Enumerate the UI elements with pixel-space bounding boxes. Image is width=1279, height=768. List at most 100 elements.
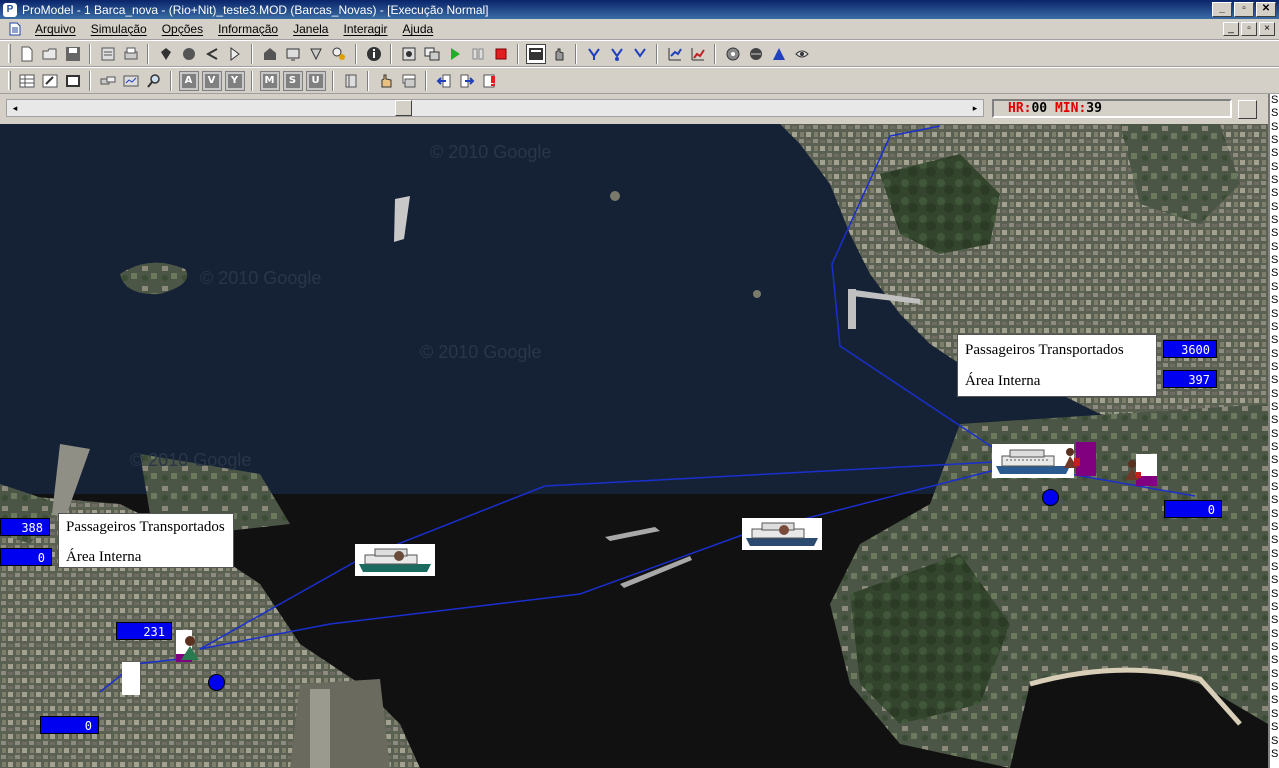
trace-down-icon[interactable] bbox=[584, 44, 604, 64]
trace-continue-icon[interactable] bbox=[630, 44, 650, 64]
edit-table-icon[interactable] bbox=[40, 71, 60, 91]
triangle-icon[interactable] bbox=[769, 44, 789, 64]
scroll-right-arrow-icon[interactable]: ▸ bbox=[967, 100, 983, 116]
processing-icon[interactable] bbox=[260, 44, 280, 64]
side-status-letter: S bbox=[1271, 681, 1279, 694]
eye-icon[interactable] bbox=[792, 44, 812, 64]
toolbar-grip[interactable] bbox=[8, 44, 11, 63]
toggle-v-button[interactable]: V bbox=[201, 70, 222, 91]
trace-step-icon[interactable] bbox=[607, 44, 627, 64]
stop-icon[interactable] bbox=[491, 44, 511, 64]
toggle-s-button[interactable]: S bbox=[282, 70, 303, 91]
simulation-animation-area[interactable]: © 2010 Google © 2010 Google © 2010 Googl… bbox=[0, 124, 1268, 768]
new-file-icon[interactable] bbox=[17, 44, 37, 64]
mdi-minimize-button[interactable]: _ bbox=[1223, 22, 1239, 36]
open-file-icon[interactable] bbox=[40, 44, 60, 64]
globe-icon[interactable] bbox=[723, 44, 743, 64]
info-icon[interactable] bbox=[364, 44, 384, 64]
import-icon[interactable] bbox=[434, 71, 454, 91]
entity-icon[interactable] bbox=[179, 44, 199, 64]
hand-icon[interactable] bbox=[549, 44, 569, 64]
rio-internal-area-label: Área Interna bbox=[66, 549, 142, 565]
hand-pointer-icon[interactable] bbox=[376, 71, 396, 91]
niteroi-internal-counter: 397 bbox=[1163, 370, 1217, 388]
side-status-letter: S bbox=[1271, 694, 1279, 707]
map-watermark: © 2010 Google bbox=[130, 450, 252, 470]
side-status-letter: S bbox=[1271, 214, 1279, 227]
mdi-close-button[interactable]: × bbox=[1259, 22, 1275, 36]
edit-graph-icon[interactable] bbox=[665, 44, 685, 64]
menu-opcoes[interactable]: Opções bbox=[155, 22, 211, 36]
background-icon[interactable] bbox=[341, 71, 361, 91]
ferry-icon bbox=[355, 544, 435, 576]
view-icon[interactable] bbox=[121, 71, 141, 91]
zoom-icon[interactable] bbox=[144, 71, 164, 91]
promodel-app-icon[interactable]: P bbox=[3, 2, 17, 17]
horizontal-scrollbar[interactable]: ◂ ▸ bbox=[6, 99, 984, 117]
alert-icon[interactable] bbox=[480, 71, 500, 91]
simulation-clock: HR:00 MIN:39 bbox=[992, 99, 1232, 118]
animation-icon[interactable] bbox=[525, 43, 546, 64]
menu-janela[interactable]: Janela bbox=[286, 22, 336, 36]
save-icon[interactable] bbox=[63, 44, 83, 64]
pause-icon[interactable] bbox=[468, 44, 488, 64]
niteroi-stats-panel: Passageiros Transportados Área Interna bbox=[957, 334, 1157, 397]
side-status-letter: S bbox=[1271, 507, 1279, 520]
niteroi-queue-counter: 0 bbox=[1164, 500, 1222, 518]
side-status-letter: S bbox=[1271, 440, 1279, 453]
toggle-u-button[interactable]: U bbox=[305, 70, 326, 91]
close-button[interactable]: ✕ bbox=[1256, 2, 1276, 17]
run-icon[interactable] bbox=[445, 44, 465, 64]
chart-icon[interactable] bbox=[688, 44, 708, 64]
menu-simulacao[interactable]: Simulação bbox=[84, 22, 155, 36]
menu-ajuda[interactable]: Ajuda bbox=[396, 22, 442, 36]
menu-interagir[interactable]: Interagir bbox=[336, 22, 395, 36]
window-title: ProModel - 1 Barca_nova - (Rio+Nit)_test… bbox=[22, 2, 489, 17]
side-status-letter: S bbox=[1271, 707, 1279, 720]
print-icon[interactable] bbox=[121, 44, 141, 64]
toggle-m-button[interactable]: M bbox=[259, 70, 280, 91]
export-icon[interactable] bbox=[457, 71, 477, 91]
scroll-thumb[interactable] bbox=[395, 100, 412, 116]
maximize-button[interactable]: ▫ bbox=[1234, 2, 1254, 17]
arrivals-icon[interactable] bbox=[283, 44, 303, 64]
toolbar-grip[interactable] bbox=[8, 71, 11, 90]
side-status-letter: S bbox=[1271, 614, 1279, 627]
table-icon[interactable] bbox=[17, 71, 37, 91]
path-network-icon[interactable] bbox=[202, 44, 222, 64]
scroll-left-arrow-icon[interactable]: ◂ bbox=[7, 100, 23, 116]
toggle-y-button[interactable]: Y bbox=[224, 70, 245, 91]
side-status-letter: S bbox=[1271, 601, 1279, 614]
rio-passengers-label: Passageiros Transportados bbox=[66, 519, 225, 535]
side-status-letter: S bbox=[1271, 374, 1279, 387]
menu-informacao[interactable]: Informação bbox=[211, 22, 286, 36]
clock-minute-value: 39 bbox=[1086, 101, 1102, 116]
document-icon[interactable] bbox=[8, 22, 22, 36]
title-bar: P ProModel - 1 Barca_nova - (Rio+Nit)_te… bbox=[0, 0, 1279, 19]
minimize-button[interactable]: _ bbox=[1212, 2, 1232, 17]
side-status-letter: S bbox=[1271, 627, 1279, 640]
link-icon[interactable] bbox=[98, 71, 118, 91]
location-icon[interactable] bbox=[156, 44, 176, 64]
niteroi-passengers-counter: 3600 bbox=[1163, 340, 1217, 358]
shifts-icon[interactable] bbox=[306, 44, 326, 64]
mdi-restore-button[interactable]: ▫ bbox=[1241, 22, 1257, 36]
grid-icon[interactable] bbox=[63, 71, 83, 91]
variables-icon[interactable] bbox=[329, 44, 349, 64]
windows-icon[interactable] bbox=[422, 44, 442, 64]
options-icon[interactable] bbox=[399, 44, 419, 64]
map-watermark: © 2010 Google bbox=[420, 342, 542, 362]
resource-icon[interactable] bbox=[225, 44, 245, 64]
sphere-icon[interactable] bbox=[746, 44, 766, 64]
layout-icon[interactable] bbox=[98, 44, 118, 64]
toggle-a-button[interactable]: A bbox=[178, 70, 199, 91]
side-status-letter: S bbox=[1271, 400, 1279, 413]
rio-dock-counter: 231 bbox=[116, 622, 172, 640]
side-status-letter: S bbox=[1271, 134, 1279, 147]
side-status-letter: S bbox=[1271, 240, 1279, 253]
side-status-letter: S bbox=[1271, 387, 1279, 400]
layers-icon[interactable] bbox=[399, 71, 419, 91]
menu-arquivo[interactable]: Arquivo bbox=[28, 22, 84, 36]
clock-options-button[interactable] bbox=[1238, 100, 1257, 119]
side-status-letter: S bbox=[1271, 427, 1279, 440]
